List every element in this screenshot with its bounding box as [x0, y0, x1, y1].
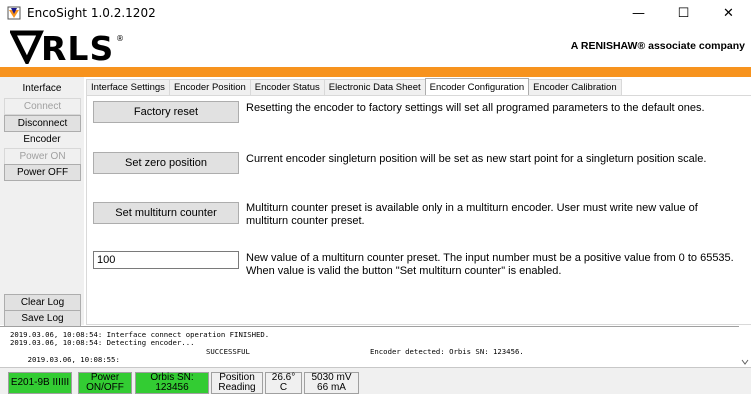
maximize-button[interactable]: ☐	[661, 0, 706, 26]
log-status: SUCCESSFUL	[206, 346, 250, 356]
power-off-button[interactable]: Power OFF	[4, 164, 81, 181]
temperature-line2: C	[279, 382, 288, 393]
tab-encoder-position[interactable]: Encoder Position	[168, 79, 251, 95]
log-scrollbar[interactable]	[739, 326, 751, 367]
log-panel: 2019.03.06, 10:08:54: Interface connect …	[0, 326, 751, 367]
left-panel: Interface Connect Disconnect Encoder Pow…	[0, 77, 84, 327]
set-zero-description: Current encoder singleturn position will…	[246, 153, 707, 165]
interface-status: E201-9B IIIIII	[8, 372, 72, 394]
status-bar: E201-9B IIIIII Power ON/OFF Orbis SN: 12…	[0, 367, 751, 394]
multiturn-preset-input[interactable]: 100	[93, 251, 239, 269]
supply-status: 5030 mV 66 mA	[304, 372, 359, 394]
encoder-status: Orbis SN: 123456	[135, 372, 209, 394]
close-button[interactable]: ✕	[706, 0, 751, 26]
temperature-status: 26.6° C	[265, 372, 302, 394]
title-bar: EncoSight 1.0.2.1202 — ☐ ✕	[0, 0, 751, 26]
disconnect-button[interactable]: Disconnect	[4, 115, 81, 132]
log-line-prefix: 2019.03.06, 10:08:55:	[27, 355, 120, 365]
position-status: Position Reading	[211, 372, 263, 394]
set-multiturn-description: Multiturn counter preset is available on…	[246, 202, 698, 227]
power-status-line2: ON/OFF	[86, 382, 124, 393]
supply-line2: 66 mA	[317, 382, 346, 393]
log-detail: Encoder detected: Orbis SN: 123456.	[370, 346, 524, 356]
interface-status-text: E201-9B IIIIII	[10, 377, 70, 388]
logo-text: RLS	[41, 30, 114, 64]
interface-label: Interface	[22, 83, 62, 94]
save-log-button[interactable]: Save Log	[4, 310, 81, 327]
tagline: A RENISHAW® associate company	[570, 40, 745, 52]
position-status-line2: Reading	[218, 382, 256, 393]
log-line: 2019.03.06, 10:08:55: SUCCESSFUL Encoder…	[10, 346, 751, 364]
clear-log-button[interactable]: Clear Log	[4, 294, 81, 311]
app-icon	[7, 6, 21, 20]
power-on-button[interactable]: Power ON	[4, 148, 81, 165]
set-zero-position-button[interactable]: Set zero position	[93, 152, 239, 174]
tab-encoder-status[interactable]: Encoder Status	[249, 79, 325, 95]
encoder-label: Encoder	[23, 134, 61, 145]
set-multiturn-counter-button[interactable]: Set multiturn counter	[93, 202, 239, 224]
tab-encoder-configuration[interactable]: Encoder Configuration	[424, 78, 530, 95]
window-title: EncoSight 1.0.2.1202	[27, 6, 156, 20]
tab-bar: Interface Settings Encoder Position Enco…	[86, 78, 622, 95]
encoder-status-line2: 123456	[155, 382, 189, 393]
preset-description: New value of a multiturn counter preset.…	[246, 252, 734, 277]
connect-button[interactable]: Connect	[4, 98, 81, 115]
factory-reset-button[interactable]: Factory reset	[93, 101, 239, 123]
logo-registered: ®	[116, 34, 124, 43]
tab-encoder-calibration[interactable]: Encoder Calibration	[528, 79, 622, 95]
factory-reset-description: Resetting the encoder to factory setting…	[246, 102, 705, 114]
accent-bar	[0, 67, 751, 77]
minimize-button[interactable]: —	[616, 0, 661, 26]
header-banner: RLS ® A RENISHAW® associate company	[0, 26, 751, 68]
power-status: Power ON/OFF	[78, 372, 132, 394]
tab-interface-settings[interactable]: Interface Settings	[86, 79, 170, 95]
tab-electronic-data-sheet[interactable]: Electronic Data Sheet	[323, 79, 426, 95]
rls-logo: RLS ®	[8, 29, 130, 68]
